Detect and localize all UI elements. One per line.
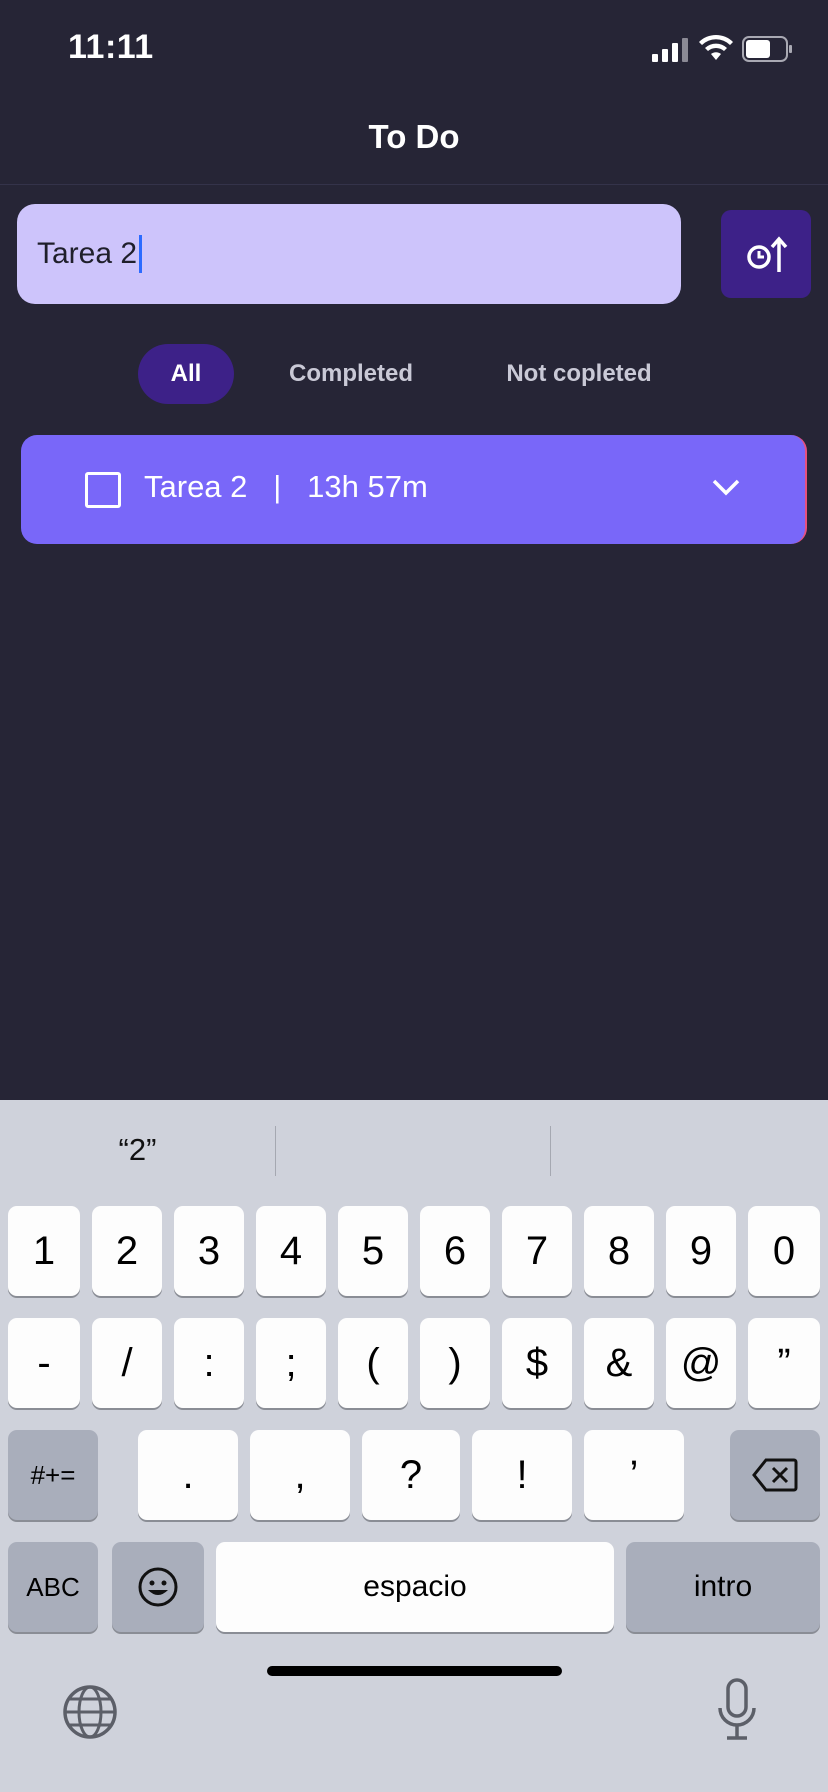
task-label: Tarea 2 | 13h 57m (144, 469, 428, 505)
backspace-key[interactable] (730, 1430, 820, 1520)
suggestion-1[interactable]: “2” (0, 1120, 275, 1180)
task-title: Tarea 2 (144, 469, 248, 504)
microphone-icon[interactable] (716, 1678, 758, 1742)
status-time: 11:11 (68, 28, 154, 66)
key-0[interactable]: 0 (748, 1206, 820, 1296)
sort-by-time-button[interactable] (721, 210, 811, 298)
key-at[interactable]: @ (666, 1318, 736, 1408)
filter-tab-not-completed[interactable]: Not copleted (488, 344, 670, 404)
globe-icon[interactable] (62, 1684, 118, 1740)
clock-sort-icon (747, 236, 788, 272)
key-apostrophe[interactable]: ’ (584, 1430, 684, 1520)
task-input-value: Tarea 2 (37, 237, 138, 270)
key-5[interactable]: 5 (338, 1206, 408, 1296)
key-question[interactable]: ? (362, 1430, 460, 1520)
suggestion-3[interactable] (551, 1120, 826, 1180)
text-cursor (139, 235, 143, 273)
battery-icon (742, 36, 792, 62)
header-divider (0, 184, 828, 185)
key-exclamation[interactable]: ! (472, 1430, 572, 1520)
cellular-signal-icon (652, 38, 688, 62)
emoji-key[interactable] (112, 1542, 204, 1632)
suggestion-2[interactable] (276, 1120, 551, 1180)
task-separator: | (273, 469, 282, 504)
key-2[interactable]: 2 (92, 1206, 162, 1296)
home-indicator (267, 1666, 562, 1676)
key-9[interactable]: 9 (666, 1206, 736, 1296)
key-hyphen[interactable]: - (8, 1318, 80, 1408)
wifi-icon (699, 34, 733, 60)
keyboard: “2” 1 2 3 4 5 6 7 8 9 0 - / : ; ( ) $ & … (0, 1100, 828, 1792)
key-8[interactable]: 8 (584, 1206, 654, 1296)
chevron-down-icon[interactable] (711, 475, 741, 499)
task-time: 13h 57m (307, 469, 428, 504)
symbols-key[interactable]: #+= (8, 1430, 98, 1520)
key-semicolon[interactable]: ; (256, 1318, 326, 1408)
space-key[interactable]: espacio (216, 1542, 614, 1632)
key-slash[interactable]: / (92, 1318, 162, 1408)
emoji-icon (138, 1567, 178, 1607)
key-dollar[interactable]: $ (502, 1318, 572, 1408)
task-checkbox[interactable] (85, 472, 121, 508)
key-quote[interactable]: ” (748, 1318, 820, 1408)
status-bar: 11:11 (0, 0, 828, 90)
key-7[interactable]: 7 (502, 1206, 572, 1296)
key-close-paren[interactable]: ) (420, 1318, 490, 1408)
task-card[interactable]: Tarea 2 | 13h 57m (21, 435, 807, 544)
key-3[interactable]: 3 (174, 1206, 244, 1296)
backspace-icon (752, 1458, 798, 1492)
filter-tab-all[interactable]: All (138, 344, 234, 404)
page-title: To Do (368, 118, 460, 155)
key-4[interactable]: 4 (256, 1206, 326, 1296)
key-period[interactable]: . (138, 1430, 238, 1520)
key-1[interactable]: 1 (8, 1206, 80, 1296)
key-colon[interactable]: : (174, 1318, 244, 1408)
key-comma[interactable]: , (250, 1430, 350, 1520)
return-key[interactable]: intro (626, 1542, 820, 1632)
task-input[interactable]: Tarea 2 (17, 204, 681, 304)
key-6[interactable]: 6 (420, 1206, 490, 1296)
key-ampersand[interactable]: & (584, 1318, 654, 1408)
abc-key[interactable]: ABC (8, 1542, 98, 1632)
key-open-paren[interactable]: ( (338, 1318, 408, 1408)
filter-tab-completed[interactable]: Completed (270, 344, 432, 404)
